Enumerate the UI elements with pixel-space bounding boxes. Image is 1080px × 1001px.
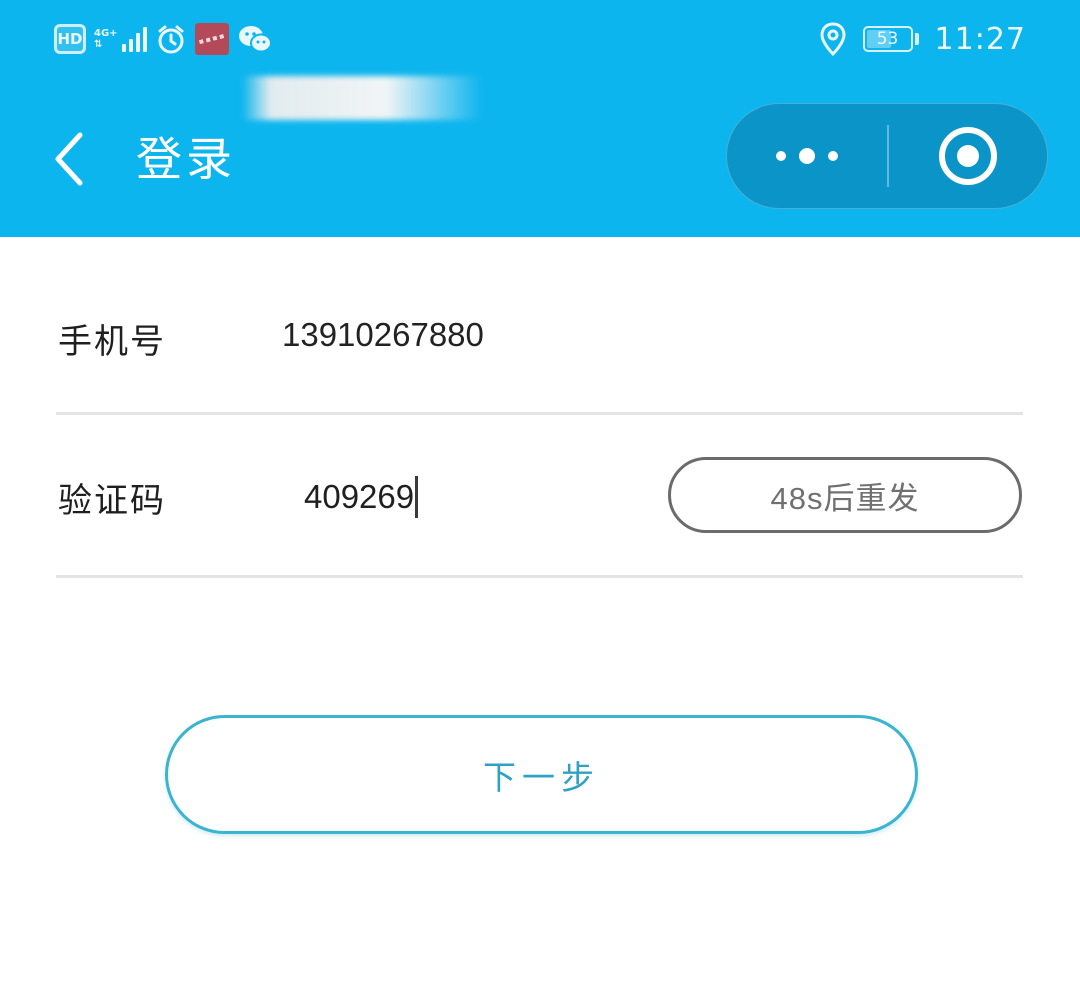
app-thumbnail-icon xyxy=(194,23,229,55)
battery-cap xyxy=(914,33,919,45)
phone-input[interactable]: 13910267880 xyxy=(282,314,582,358)
signal-icon xyxy=(121,26,147,52)
chevron-left-icon xyxy=(55,132,83,186)
code-value: 409269 xyxy=(304,478,415,515)
target-close-icon xyxy=(939,127,997,185)
next-step-button[interactable]: 下一步 xyxy=(165,715,918,834)
alarm-icon xyxy=(158,25,184,54)
phone-privacy-blur xyxy=(242,76,482,120)
more-dots-icon xyxy=(776,148,838,164)
status-time: 11:27 xyxy=(934,21,1026,57)
phone-value: 13910267880 xyxy=(282,316,484,353)
code-row: 验证码 409269 48s后重发 xyxy=(56,415,1023,578)
code-label: 验证码 xyxy=(58,481,166,521)
page-title: 登录 xyxy=(136,132,236,186)
battery-level: 53 xyxy=(876,28,899,49)
network-label: 4G+ xyxy=(94,28,118,39)
text-caret xyxy=(415,476,419,518)
back-button[interactable] xyxy=(40,124,96,194)
phone-label: 手机号 xyxy=(58,322,166,362)
top-bar: HD 4G+ ⇅ 53 11:27 登录 xyxy=(0,0,1080,237)
status-bar-left: HD 4G+ ⇅ xyxy=(54,18,273,60)
close-miniprogram-button[interactable] xyxy=(889,104,1047,208)
data-arrows-icon: ⇅ xyxy=(94,39,103,50)
network-type: 4G+ ⇅ xyxy=(94,28,118,50)
location-icon xyxy=(820,22,846,56)
code-input[interactable]: 409269 xyxy=(304,475,419,519)
battery-body: 53 xyxy=(862,26,913,52)
miniprogram-capsule xyxy=(726,103,1048,209)
status-bar-right: 53 11:27 xyxy=(819,16,1026,62)
battery-icon: 53 xyxy=(862,26,919,52)
wechat-icon xyxy=(238,26,272,53)
phone-row: 手机号 13910267880 xyxy=(56,250,1023,415)
more-button[interactable] xyxy=(727,104,887,208)
hd-icon: HD xyxy=(54,24,86,54)
resend-code-button[interactable]: 48s后重发 xyxy=(668,457,1022,533)
